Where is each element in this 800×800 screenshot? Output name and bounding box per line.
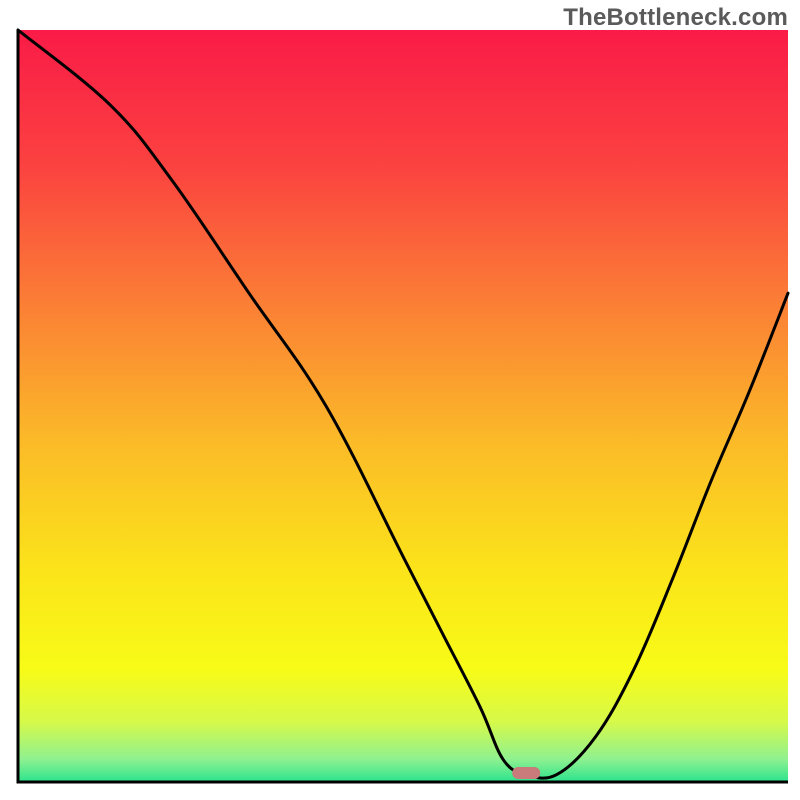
optimal-point-marker (512, 767, 540, 779)
watermark-text: TheBottleneck.com (563, 4, 788, 32)
bottleneck-chart (0, 0, 800, 800)
plot-background (18, 30, 788, 782)
chart-container: TheBottleneck.com (0, 0, 800, 800)
